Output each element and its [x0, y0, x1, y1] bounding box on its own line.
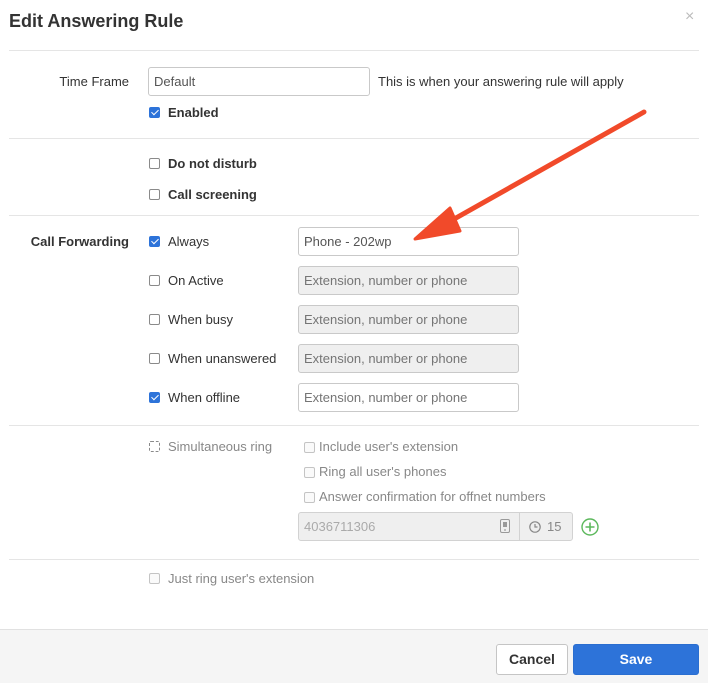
answer-confirmation-checkbox[interactable]	[304, 492, 315, 503]
divider	[9, 425, 699, 426]
save-button[interactable]: Save	[573, 644, 699, 675]
forward-when-busy-checkbox[interactable]	[149, 314, 160, 325]
include-extension-checkbox[interactable]	[304, 442, 315, 453]
simultaneous-number-group: 4036711306 15	[298, 512, 573, 541]
enabled-label: Enabled	[168, 105, 219, 120]
forward-when-offline-label: When offline	[168, 390, 241, 405]
timeout-value[interactable]: 15	[547, 519, 561, 534]
forward-on-active-label: On Active	[168, 273, 224, 288]
do-not-disturb-label: Do not disturb	[168, 156, 257, 171]
divider	[9, 559, 699, 560]
simultaneous-ring-label: Simultaneous ring	[168, 439, 273, 454]
clock-icon	[529, 520, 541, 533]
add-circle-icon[interactable]	[581, 518, 599, 536]
just-ring-checkbox[interactable]	[149, 573, 160, 584]
answer-confirmation-label: Answer confirmation for offnet numbers	[319, 489, 546, 504]
close-icon[interactable]: ×	[685, 8, 694, 26]
forward-when-unanswered-checkbox[interactable]	[149, 353, 160, 364]
forward-when-offline-input[interactable]	[298, 383, 519, 412]
call-screening-label: Call screening	[168, 187, 257, 202]
separator	[519, 513, 520, 540]
enabled-checkbox[interactable]	[149, 107, 160, 118]
cancel-button[interactable]: Cancel	[496, 644, 568, 675]
forward-always-checkbox[interactable]	[149, 236, 160, 247]
forward-when-unanswered-input[interactable]	[298, 344, 519, 373]
dialog-title: Edit Answering Rule	[9, 11, 184, 31]
include-extension-label: Include user's extension	[319, 439, 459, 454]
forward-when-busy-label: When busy	[168, 312, 234, 327]
call-forwarding-label: Call Forwarding	[30, 234, 129, 249]
annotation-arrow	[413, 109, 647, 241]
time-frame-input[interactable]	[148, 67, 370, 96]
do-not-disturb-checkbox[interactable]	[149, 158, 160, 169]
just-ring-label: Just ring user's extension	[168, 571, 315, 586]
forward-when-busy-input[interactable]	[298, 305, 519, 334]
forward-always-label: Always	[168, 234, 210, 249]
ring-all-phones-checkbox[interactable]	[304, 467, 315, 478]
time-frame-hint: This is when your answering rule will ap…	[378, 74, 624, 89]
forward-on-active-checkbox[interactable]	[149, 275, 160, 286]
time-frame-label: Time Frame	[59, 74, 129, 89]
simultaneous-number-value: 4036711306	[304, 519, 376, 534]
call-screening-checkbox[interactable]	[149, 189, 160, 200]
forward-when-offline-checkbox[interactable]	[149, 392, 160, 403]
divider	[9, 50, 699, 51]
phone-icon	[500, 519, 510, 533]
simultaneous-ring-checkbox[interactable]	[149, 441, 160, 452]
forward-on-active-input[interactable]	[298, 266, 519, 295]
forward-when-unanswered-label: When unanswered	[168, 351, 277, 366]
ring-all-phones-label: Ring all user's phones	[319, 464, 447, 479]
